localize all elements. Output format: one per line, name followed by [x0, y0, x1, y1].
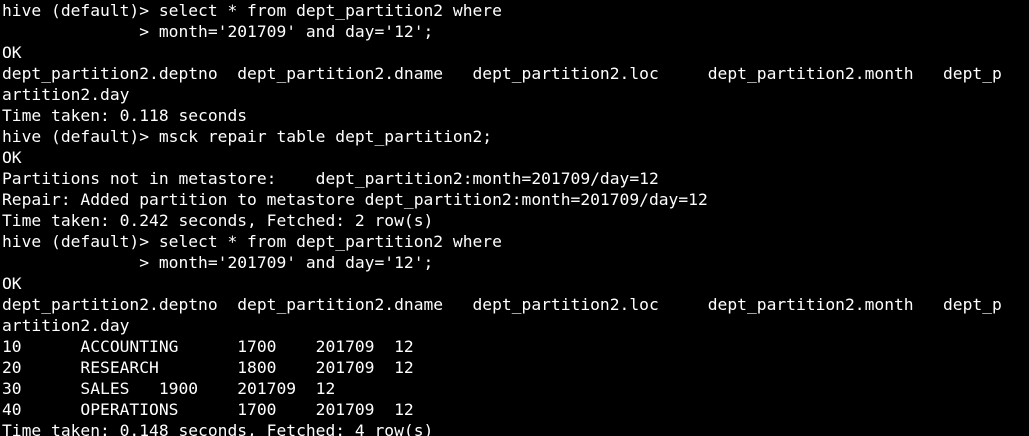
terminal-line: dept_partition2.deptno dept_partition2.d…: [2, 64, 1002, 83]
terminal-line: > month='201709' and day='12';: [2, 253, 434, 272]
terminal-line: dept_partition2.deptno dept_partition2.d…: [2, 295, 1002, 314]
terminal-line: hive (default)> msck repair table dept_p…: [2, 127, 493, 146]
terminal-line: 30 SALES 1900 201709 12: [2, 379, 336, 398]
terminal-line: Partitions not in metastore: dept_partit…: [2, 169, 659, 188]
terminal-line: 20 RESEARCH 1800 201709 12: [2, 358, 414, 377]
terminal-line: Time taken: 0.118 seconds: [2, 106, 248, 125]
terminal-window[interactable]: hive (default)> select * from dept_parti…: [0, 0, 1029, 436]
terminal-line: OK: [2, 274, 22, 293]
terminal-line: Time taken: 0.148 seconds, Fetched: 4 ro…: [2, 421, 434, 436]
terminal-line: artition2.day: [2, 316, 130, 335]
terminal-line: Repair: Added partition to metastore dep…: [2, 190, 708, 209]
terminal-line: > month='201709' and day='12';: [2, 22, 434, 41]
terminal-line: artition2.day: [2, 85, 130, 104]
terminal-line: 40 OPERATIONS 1700 201709 12: [2, 400, 414, 419]
terminal-line: hive (default)> select * from dept_parti…: [2, 232, 502, 251]
terminal-line: OK: [2, 148, 22, 167]
terminal-line: OK: [2, 43, 22, 62]
terminal-line: Time taken: 0.242 seconds, Fetched: 2 ro…: [2, 211, 434, 230]
terminal-line: 10 ACCOUNTING 1700 201709 12: [2, 337, 414, 356]
terminal-line: hive (default)> select * from dept_parti…: [2, 1, 502, 20]
